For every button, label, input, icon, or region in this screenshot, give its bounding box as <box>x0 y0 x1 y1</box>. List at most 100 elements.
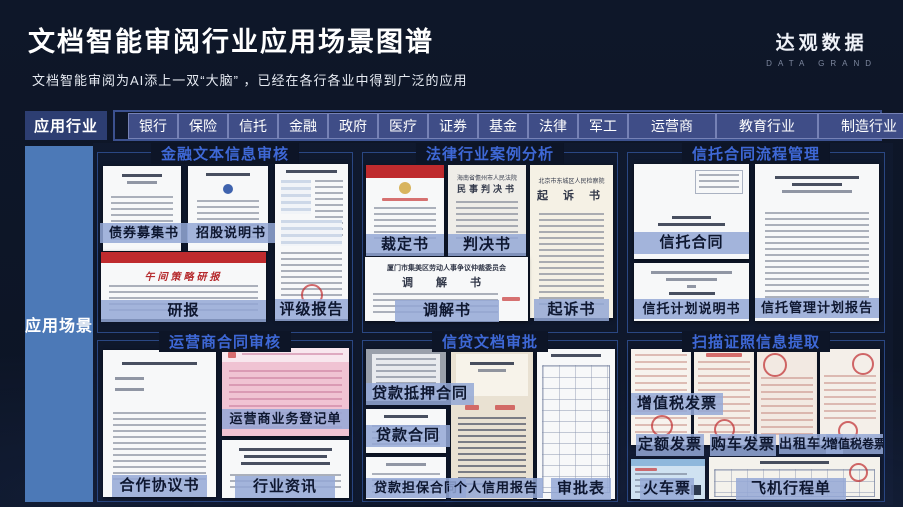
industry-chip-insurance[interactable]: 保险 <box>178 113 228 139</box>
panel-legal-case-analysis: 法律行业案例分析 裁定书 海南省儋州市人民法院 民事判决书 判决书 北京市东城区… <box>362 152 618 333</box>
industry-chip-government[interactable]: 政府 <box>328 113 378 139</box>
heading-bar <box>386 463 426 466</box>
label-indictment: 起诉书 <box>534 299 609 321</box>
text-lines <box>242 353 343 358</box>
label-trust-management-report: 信托管理计划报告 <box>755 298 879 318</box>
red-header-band <box>366 165 444 178</box>
annotation-box <box>695 170 743 194</box>
doc-indictment: 北京市东城区人民检察院 起 诉 书 <box>530 165 613 318</box>
judgment-heading: 民事判决书 <box>448 182 526 195</box>
panel-financial-text-review: 金融文本信息审核 债券募集书 招股说明书 评级报告 午间策略研报 研报 <box>97 152 353 333</box>
court-emblem-icon <box>399 182 411 194</box>
research-report-heading: 午间策略研报 <box>101 268 266 283</box>
industry-chip-law[interactable]: 法律 <box>528 113 578 139</box>
text-lines <box>824 375 876 419</box>
industry-chip-medical[interactable]: 医疗 <box>378 113 428 139</box>
table-rows <box>281 220 342 246</box>
industry-chip-securities[interactable]: 证券 <box>428 113 478 139</box>
red-text-line <box>382 198 429 201</box>
label-mediation: 调解书 <box>395 300 499 322</box>
industry-chip-fund[interactable]: 基金 <box>478 113 528 139</box>
label-judgment: 判决书 <box>448 234 526 256</box>
industry-chip-finance[interactable]: 金融 <box>278 113 328 139</box>
brand-logo: 达观数据 DATA GRAND <box>766 28 877 68</box>
panel-title: 法律行业案例分析 <box>416 143 564 164</box>
heading-bar <box>687 285 696 288</box>
heading-bar <box>658 223 725 226</box>
heading-bar <box>551 354 601 357</box>
panel-title: 金融文本信息审核 <box>151 143 299 164</box>
indictment-heading: 起 诉 书 <box>530 187 613 203</box>
label-ipo-prospectus: 招股说明书 <box>187 223 275 243</box>
red-text-line <box>502 297 520 301</box>
text-lines <box>761 377 813 439</box>
red-highlight <box>495 405 515 410</box>
red-text-line <box>635 468 657 471</box>
company-emblem-icon <box>223 184 233 194</box>
table-grid <box>542 365 610 493</box>
text-lines <box>539 213 604 305</box>
mediation-heading: 调 解 书 <box>365 274 528 290</box>
industry-chip-operator[interactable]: 运营商 <box>628 113 716 139</box>
heading-bar <box>760 461 828 464</box>
heading-bar <box>127 181 157 184</box>
industry-chip-trust[interactable]: 信托 <box>228 113 278 139</box>
indictment-org-name: 北京市东城区人民检察院 <box>530 176 613 185</box>
industry-chip-bank[interactable]: 银行 <box>128 113 178 139</box>
label-car-invoice: 购车发票 <box>710 434 776 456</box>
red-header-band <box>101 252 266 263</box>
heading-bar <box>206 173 251 176</box>
page-title: 文档智能审阅行业应用场景图谱 <box>28 20 434 59</box>
label-bond-prospectus: 债券募集书 <box>100 223 188 243</box>
heading-bar <box>775 176 859 179</box>
label-flight-itinerary: 飞机行程单 <box>736 478 846 500</box>
heading-bar <box>286 170 337 173</box>
heading-bar <box>669 292 715 295</box>
text-lines <box>765 212 869 298</box>
doc-personal-credit-report <box>451 349 533 499</box>
red-text-line <box>706 353 742 357</box>
industry-chip-row: 银行 保险 信托 金融 政府 医疗 证券 基金 法律 军工 运营商 教育行业 制… <box>113 110 882 141</box>
heading-bar <box>239 448 333 451</box>
scenario-sidebar-label: 应用场景 <box>25 312 93 336</box>
industry-chip-education[interactable]: 教育行业 <box>716 113 818 139</box>
table-rows <box>281 180 311 214</box>
heading-bar <box>478 369 507 372</box>
mediation-org-name: 厦门市集美区劳动人事争议仲裁委员会 <box>365 263 528 273</box>
red-seal-icon <box>852 353 874 375</box>
operator-logo-icon <box>228 352 236 358</box>
panel-credit-document-approval: 信贷文档审批 贷款抵押合同 贷款合同 贷款担保合同 个人信用报告 审批表 <box>362 340 618 502</box>
industry-row-label: 应用行业 <box>25 111 107 140</box>
doc-approval-form <box>537 349 615 499</box>
doc-rating-report <box>275 164 348 319</box>
heading-bar <box>122 174 163 177</box>
label-trust-plan-prospectus: 信托计划说明书 <box>634 299 749 319</box>
label-cooperation-agreement: 合作协议书 <box>112 475 207 497</box>
panel-scanned-certificate-extraction: 扫描证照信息提取 增值税发票 定额发票 购车发票 出租车发票 增值税卷票 火车票… <box>627 340 885 502</box>
label-train-ticket: 火车票 <box>640 478 694 500</box>
heading-bar <box>244 455 328 458</box>
text-lines <box>113 412 206 482</box>
panel-operator-contract-review: 运营商合同审核 合作协议书 运营商业务登记单 行业资讯 <box>97 340 353 502</box>
label-personal-credit-report: 个人信用报告 <box>449 478 543 498</box>
industry-chip-military[interactable]: 军工 <box>578 113 628 139</box>
label-trust-contract: 信托合同 <box>634 232 749 254</box>
label-rating-report: 评级报告 <box>275 299 348 321</box>
panel-title: 信托合同流程管理 <box>682 143 830 164</box>
label-industry-news: 行业资讯 <box>235 476 335 498</box>
red-highlight <box>465 405 479 410</box>
red-seal-icon <box>763 353 787 377</box>
label-research-report: 研报 <box>101 300 266 322</box>
heading-bar <box>782 190 851 193</box>
text-bar <box>115 388 144 391</box>
heading-bar <box>470 362 513 365</box>
panel-title: 运营商合同审核 <box>159 331 291 352</box>
heading-bar <box>666 278 717 281</box>
heading-bar <box>241 462 330 465</box>
scenario-sidebar: 应用场景 <box>25 146 93 502</box>
heading-bar <box>792 183 842 186</box>
judgment-court-name: 海南省儋州市人民法院 <box>448 173 526 182</box>
label-ruling: 裁定书 <box>366 234 444 256</box>
label-loan-mortgage-contract: 贷款抵押合同 <box>366 383 474 405</box>
industry-chip-manufacturing[interactable]: 制造行业 <box>818 113 903 139</box>
